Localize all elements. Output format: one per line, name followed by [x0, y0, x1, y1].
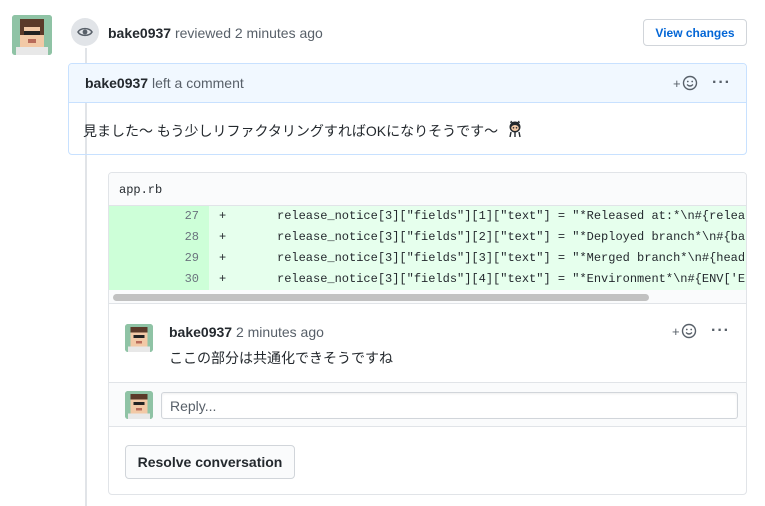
file-name[interactable]: app.rb — [119, 183, 162, 197]
comment-body: 見ました〜 もう少しリファクタリングすればOKになりそうです〜 — [83, 120, 524, 141]
diff-line: 30 + release_notice[3]["fields"][4]["text… — [109, 269, 746, 290]
scrollbar-thumb[interactable] — [113, 294, 649, 301]
review-author[interactable]: bake0937 — [108, 25, 171, 41]
kebab-menu-icon[interactable]: ··· — [711, 323, 730, 339]
code-line: + release_notice[3]["fields"][1]["text"] … — [209, 206, 746, 227]
review-thread: app.rb 27 + release_notice[3]["fields"][1… — [108, 172, 747, 495]
horizontal-scrollbar[interactable] — [109, 290, 746, 304]
avatar[interactable] — [125, 324, 153, 352]
kebab-menu-icon[interactable]: ··· — [712, 75, 731, 91]
view-changes-button[interactable]: View changes — [643, 19, 747, 46]
code-line: + release_notice[3]["fields"][4]["text"] … — [209, 269, 746, 290]
reply-row — [109, 383, 746, 427]
add-reaction-icon[interactable]: + — [673, 75, 698, 91]
thread-comment-author-line: bake0937 2 minutes ago — [169, 324, 324, 340]
comment-action: left a comment — [151, 75, 244, 91]
comment-author-line: bake0937 left a comment — [85, 75, 244, 91]
thread-comment: bake0937 2 minutes ago ここの部分は共通化できそうですね … — [109, 304, 746, 383]
diff-line: 29 + release_notice[3]["fields"][3]["text… — [109, 248, 746, 269]
line-number[interactable]: 30 — [109, 269, 209, 290]
comment-header: bake0937 left a comment + ··· — [69, 64, 746, 103]
add-reaction-icon[interactable]: + — [672, 323, 697, 339]
line-number[interactable]: 29 — [109, 248, 209, 269]
code-line: + release_notice[3]["fields"][3]["text"] … — [209, 248, 746, 269]
review-time[interactable]: 2 minutes ago — [235, 25, 323, 41]
thread-comment-time[interactable]: 2 minutes ago — [236, 324, 324, 340]
comment-author[interactable]: bake0937 — [85, 75, 148, 91]
line-number[interactable]: 28 — [109, 227, 209, 248]
resolve-conversation-button[interactable]: Resolve conversation — [125, 445, 295, 479]
avatar[interactable] — [12, 15, 52, 55]
thread-comment-body: ここの部分は共通化できそうですね — [169, 350, 393, 366]
reply-input[interactable] — [161, 392, 738, 419]
comment-text: 見ました〜 もう少しリファクタリングすればOKになりそうです〜 — [83, 122, 499, 139]
line-number[interactable]: 27 — [109, 206, 209, 227]
diff-line: 27 + release_notice[3]["fields"][1]["text… — [109, 206, 746, 227]
avatar[interactable] — [125, 391, 153, 419]
octocat-emoji — [506, 120, 524, 141]
thread-comment-author[interactable]: bake0937 — [169, 324, 232, 340]
file-header: app.rb — [109, 173, 746, 206]
diff-line: 28 + release_notice[3]["fields"][2]["text… — [109, 227, 746, 248]
review-action: reviewed — [174, 25, 231, 41]
eye-icon — [71, 18, 99, 46]
diff-table: 27 + release_notice[3]["fields"][1]["text… — [109, 206, 746, 290]
code-line: + release_notice[3]["fields"][2]["text"] … — [209, 227, 746, 248]
review-comment-box: bake0937 left a comment + ··· 見ました〜 もう少し… — [68, 63, 747, 155]
review-header: bake0937 reviewed 2 minutes ago — [108, 24, 323, 42]
